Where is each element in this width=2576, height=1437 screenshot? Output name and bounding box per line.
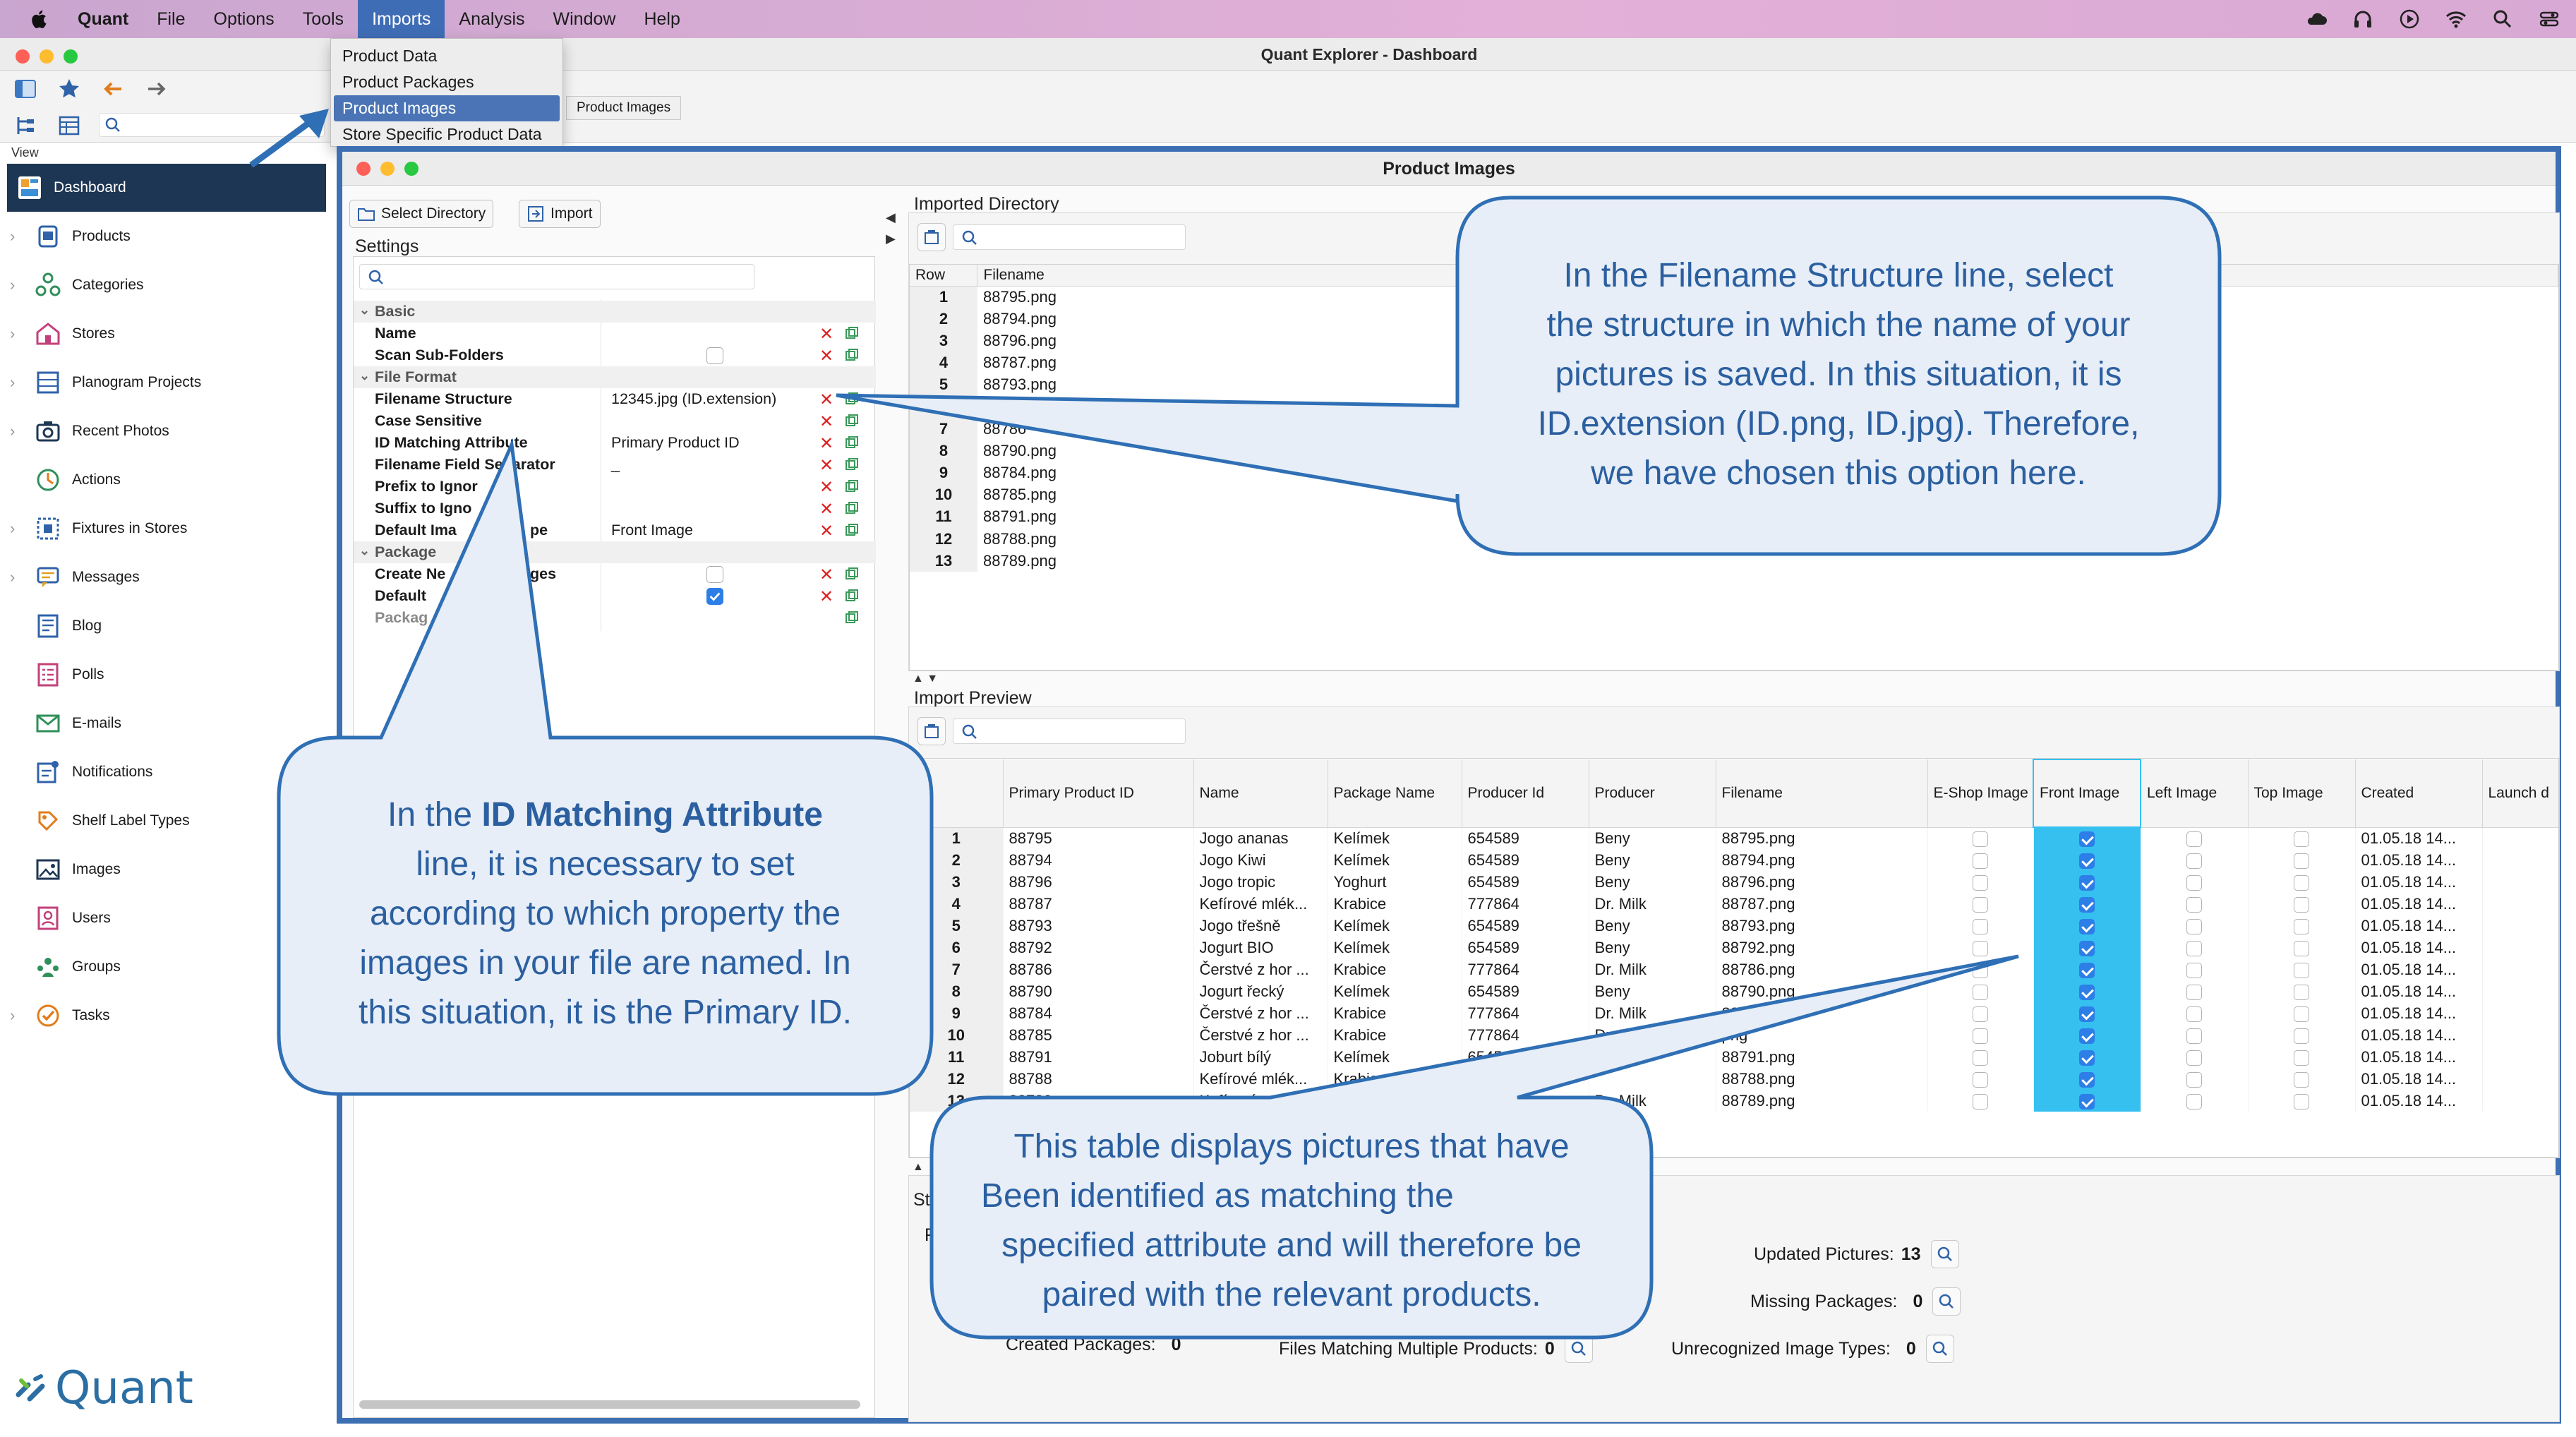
id-matching-callout-text: In the ID Matching Attribute line, it is… [359, 796, 852, 1031]
table-callout-text: This table displays pictures that have B… [981, 1128, 1582, 1313]
filename-structure-callout-text: In the Filename Structure line, select t… [1537, 257, 2140, 492]
